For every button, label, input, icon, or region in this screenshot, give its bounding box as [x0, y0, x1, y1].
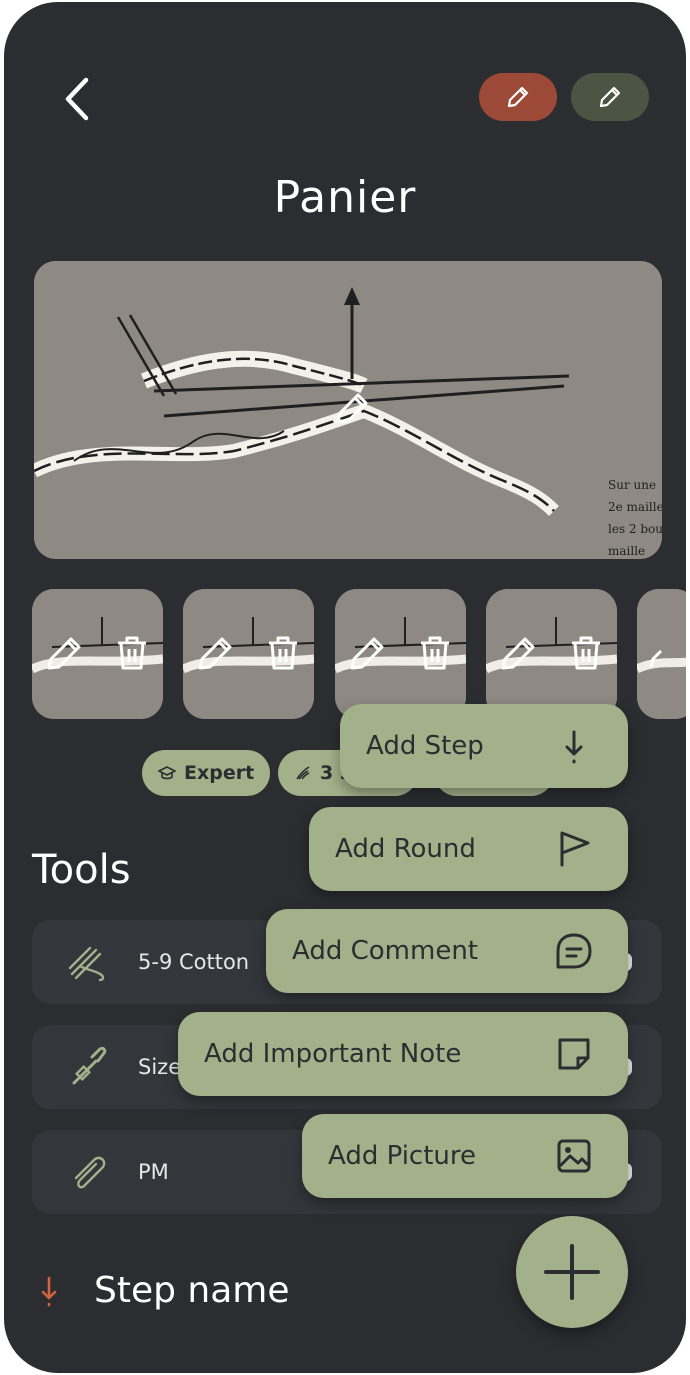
arrow-down-icon: [565, 730, 583, 764]
graduation-cap-icon: [158, 766, 176, 780]
flag-icon: [560, 831, 590, 867]
yarn-skein-icon: [68, 946, 105, 982]
svg-text:2e maille: 2e maille: [608, 500, 662, 514]
app-screen: Panier Sur une 2e maille les 2 bou maill…: [4, 2, 686, 1373]
thumbnail-4[interactable]: [486, 589, 617, 719]
edit-button-red[interactable]: [479, 73, 557, 121]
thumbnail-5[interactable]: [637, 589, 686, 719]
tool-label: 5-9 Cotton: [138, 950, 250, 974]
tool-label: PM: [138, 1160, 169, 1184]
tool-label: Size: [138, 1055, 182, 1079]
pencil-icon: [599, 86, 621, 108]
trash-icon[interactable]: [263, 633, 303, 673]
trash-icon[interactable]: [415, 633, 455, 673]
crochet-diagram-image: Sur une 2e maille les 2 bou maille: [34, 261, 662, 559]
thumbnail-image: [637, 589, 686, 719]
pencil-icon[interactable]: [195, 633, 235, 673]
thumbnail-2[interactable]: [183, 589, 314, 719]
plus-icon: [544, 1244, 600, 1300]
add-round-label: Add Round: [335, 834, 476, 864]
chevron-left-icon: [65, 77, 89, 121]
edit-button-green[interactable]: [571, 73, 649, 121]
add-picture-button[interactable]: Add Picture: [302, 1114, 628, 1198]
trash-icon[interactable]: [112, 633, 152, 673]
arrow-down-icon: [41, 1276, 57, 1306]
pencil-icon[interactable]: [498, 633, 538, 673]
add-step-label: Add Step: [366, 731, 484, 761]
main-photo[interactable]: Sur une 2e maille les 2 bou maille: [34, 261, 662, 559]
add-comment-label: Add Comment: [292, 936, 478, 966]
chip-label: Expert: [184, 762, 255, 784]
add-picture-label: Add Picture: [328, 1141, 477, 1171]
crochet-hook-icon: [72, 1047, 107, 1085]
page-title: Panier: [273, 172, 417, 223]
add-round-button[interactable]: Add Round: [309, 807, 628, 891]
image-icon: [557, 1139, 591, 1173]
comment-icon: [556, 933, 592, 969]
trash-icon[interactable]: [566, 633, 606, 673]
thumbnail-3[interactable]: [335, 589, 466, 719]
svg-text:Sur une: Sur une: [608, 478, 656, 492]
add-important-note-button[interactable]: Add Important Note: [178, 1012, 628, 1096]
tools-heading: Tools: [32, 847, 131, 893]
add-fab-button[interactable]: [516, 1216, 628, 1328]
add-comment-button[interactable]: Add Comment: [266, 909, 628, 993]
difficulty-chip: Expert: [142, 750, 271, 796]
svg-text:maille: maille: [608, 544, 645, 558]
paperclip-icon: [74, 1156, 106, 1189]
pencil-icon[interactable]: [347, 633, 387, 673]
step-name-row[interactable]: Step name: [38, 1270, 290, 1311]
svg-text:les 2 bou: les 2 bou: [608, 522, 662, 536]
add-step-button[interactable]: Add Step: [340, 704, 628, 788]
step-name-label: Step name: [94, 1270, 290, 1311]
back-button[interactable]: [56, 74, 100, 124]
pencil-icon: [507, 86, 529, 108]
add-important-note-label: Add Important Note: [204, 1039, 462, 1069]
sticky-note-icon: [558, 1038, 590, 1070]
yarn-icon: [296, 766, 310, 780]
pencil-icon[interactable]: [44, 633, 84, 673]
thumbnail-1[interactable]: [32, 589, 163, 719]
